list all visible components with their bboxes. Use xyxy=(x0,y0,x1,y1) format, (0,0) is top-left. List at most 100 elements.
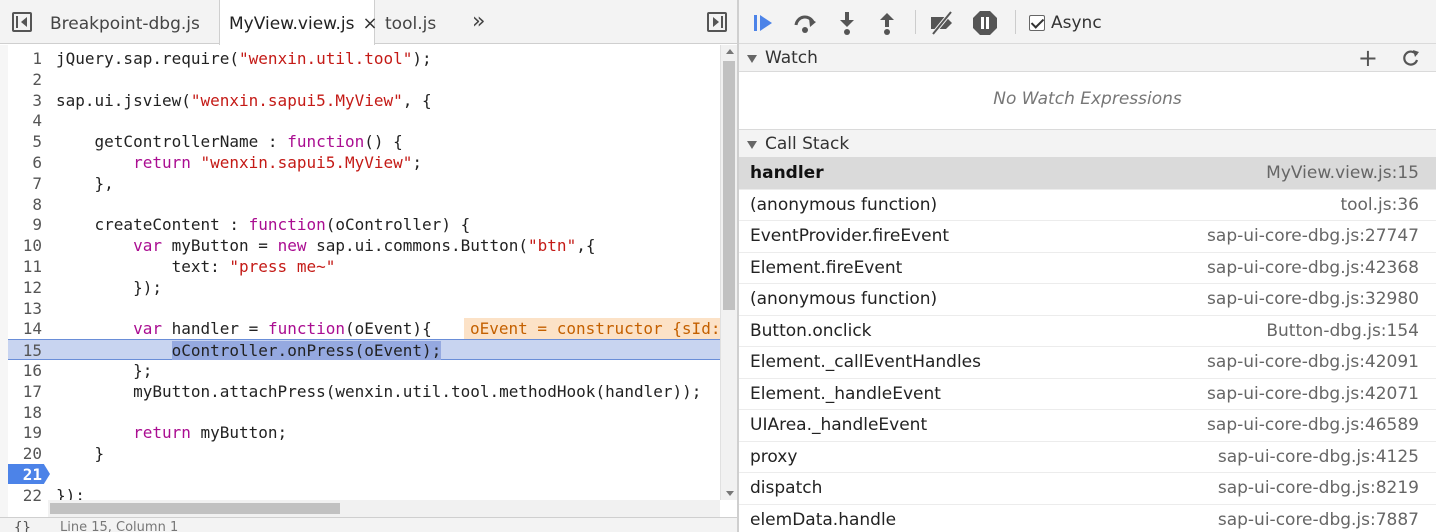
call-frame-location[interactable]: MyView.view.js:15 xyxy=(1266,158,1419,189)
line-number[interactable]: 11 xyxy=(8,256,42,277)
call-frame[interactable]: Element._callEventHandles sap-ui-core-dbg… xyxy=(739,347,1436,379)
call-frame[interactable]: EventProvider.fireEvent sap-ui-core-dbg.j… xyxy=(739,221,1436,253)
line-number[interactable]: 8 xyxy=(8,194,42,215)
call-frame-location[interactable]: sap-ui-core-dbg.js:46589 xyxy=(1207,410,1419,441)
code-token: "press me~" xyxy=(229,257,336,276)
code-line[interactable]: 11 text: "press me~" xyxy=(8,256,720,277)
call-frame[interactable]: elemData.handle sap-ui-core-dbg.js:7887 xyxy=(739,505,1436,532)
editor-tab-bar: Breakpoint-dbg.js MyView.view.js × tool.j… xyxy=(0,0,737,45)
call-frame-location[interactable]: sap-ui-core-dbg.js:32980 xyxy=(1207,284,1419,315)
step-out-icon[interactable] xyxy=(874,10,900,36)
code-line[interactable]: 15 oController.onPress(oEvent); xyxy=(8,339,720,361)
line-number[interactable]: 4 xyxy=(8,110,42,131)
line-number[interactable]: 2 xyxy=(8,69,42,90)
call-frame-location[interactable]: sap-ui-core-dbg.js:42071 xyxy=(1207,379,1419,410)
code-line[interactable]: 8 xyxy=(8,194,720,215)
pretty-print-button[interactable]: {} xyxy=(14,520,31,532)
line-number[interactable]: 22 xyxy=(8,485,42,503)
call-frame-location[interactable]: sap-ui-core-dbg.js:4125 xyxy=(1218,442,1419,473)
call-frame[interactable]: handler MyView.view.js:15 xyxy=(739,158,1436,190)
code-line[interactable]: 19 return myButton; xyxy=(8,422,720,443)
line-number[interactable]: 10 xyxy=(8,235,42,256)
call-frame-name: handler xyxy=(750,163,824,183)
step-over-icon[interactable] xyxy=(792,10,818,36)
line-number[interactable]: 13 xyxy=(8,298,42,319)
scroll-down-arrow-icon[interactable] xyxy=(726,491,734,496)
code-line[interactable]: 20 } xyxy=(8,443,720,464)
refresh-icon[interactable] xyxy=(1402,49,1420,67)
horizontal-scroll-thumb[interactable] xyxy=(50,503,340,514)
tab-tool[interactable]: tool.js xyxy=(385,0,436,44)
code-line[interactable]: 10 var myButton = new sap.ui.commons.But… xyxy=(8,235,720,256)
call-frame[interactable]: (anonymous function) sap-ui-core-dbg.js:3… xyxy=(739,284,1436,316)
code-line[interactable]: 14 var handler = function(oEvent){oEvent… xyxy=(8,318,720,340)
line-number[interactable]: 7 xyxy=(8,173,42,194)
code-line[interactable]: 1 jQuery.sap.require("wenxin.util.tool"); xyxy=(8,48,720,69)
watch-section-header[interactable]: Watch + xyxy=(739,43,1436,72)
code-line[interactable]: 6 return "wenxin.sapui5.MyView"; xyxy=(8,152,720,173)
call-frame[interactable]: UIArea._handleEvent sap-ui-core-dbg.js:46… xyxy=(739,410,1436,442)
deactivate-breakpoints-icon[interactable] xyxy=(929,10,955,36)
code-line[interactable]: 21 xyxy=(8,464,720,485)
call-frame-location[interactable]: sap-ui-core-dbg.js:8219 xyxy=(1218,473,1419,504)
line-number[interactable]: 15 xyxy=(8,340,42,361)
call-frame-location[interactable]: sap-ui-core-dbg.js:42368 xyxy=(1207,253,1419,284)
line-number[interactable]: 20 xyxy=(8,443,42,464)
line-source: oController.onPress(oEvent); xyxy=(56,340,442,361)
line-number[interactable]: 18 xyxy=(8,402,42,423)
code-line[interactable]: 5 getControllerName : function() { xyxy=(8,131,720,152)
async-checkbox[interactable] xyxy=(1029,15,1045,31)
debugger-toggle-icon[interactable] xyxy=(707,12,727,32)
call-frame-location[interactable]: sap-ui-core-dbg.js:7887 xyxy=(1218,505,1419,532)
more-tabs-button[interactable]: » xyxy=(472,0,485,44)
call-frame[interactable]: Element.fireEvent sap-ui-core-dbg.js:4236… xyxy=(739,253,1436,284)
resume-icon[interactable] xyxy=(751,10,777,36)
navigator-toggle-icon[interactable] xyxy=(12,12,32,32)
call-frame-location[interactable]: Button-dbg.js:154 xyxy=(1266,316,1419,347)
call-frame[interactable]: (anonymous function) tool.js:36 xyxy=(739,190,1436,221)
code-line[interactable]: 17 myButton.attachPress(wenxin.util.tool… xyxy=(8,381,720,402)
horizontal-scrollbar[interactable] xyxy=(48,500,720,517)
pause-on-exceptions-icon[interactable] xyxy=(972,10,998,36)
code-area[interactable]: 1 jQuery.sap.require("wenxin.util.tool");… xyxy=(8,48,720,503)
code-line[interactable]: 2 xyxy=(8,69,720,90)
code-token: jQuery.sap.require( xyxy=(56,49,240,68)
line-number[interactable]: 3 xyxy=(8,90,42,111)
code-line[interactable]: 18 xyxy=(8,402,720,423)
call-frame[interactable]: Button.onclick Button-dbg.js:154 xyxy=(739,316,1436,347)
line-number[interactable]: 9 xyxy=(8,214,42,235)
call-stack-section-header[interactable]: Call Stack xyxy=(739,129,1436,158)
line-number[interactable]: 19 xyxy=(8,422,42,443)
close-tab-icon[interactable]: × xyxy=(362,13,377,34)
call-frame[interactable]: proxy sap-ui-core-dbg.js:4125 xyxy=(739,442,1436,473)
call-frame-location[interactable]: sap-ui-core-dbg.js:42091 xyxy=(1207,347,1419,378)
call-frame-location[interactable]: sap-ui-core-dbg.js:27747 xyxy=(1207,221,1419,252)
async-toggle[interactable]: Async xyxy=(1029,12,1102,34)
line-number[interactable]: 12 xyxy=(8,277,42,298)
code-line[interactable]: 16 }; xyxy=(8,360,720,381)
code-line[interactable]: 9 createContent : function(oController) … xyxy=(8,214,720,235)
call-frame[interactable]: Element._handleEvent sap-ui-core-dbg.js:4… xyxy=(739,379,1436,410)
vertical-scroll-thumb[interactable] xyxy=(723,61,735,310)
call-frame-location[interactable]: tool.js:36 xyxy=(1340,190,1419,221)
tab-myview[interactable]: MyView.view.js × xyxy=(219,0,378,45)
line-number[interactable]: 16 xyxy=(8,360,42,381)
call-frame-name: dispatch xyxy=(750,478,823,498)
code-line[interactable]: 4 xyxy=(8,110,720,131)
code-line[interactable]: 3 sap.ui.jsview("wenxin.sapui5.MyView", { xyxy=(8,90,720,111)
line-number[interactable]: 21 xyxy=(8,464,42,485)
line-number[interactable]: 14 xyxy=(8,318,42,339)
scroll-up-arrow-icon[interactable] xyxy=(726,49,734,54)
tab-breakpoint-dbg[interactable]: Breakpoint-dbg.js xyxy=(50,0,200,44)
step-into-icon[interactable] xyxy=(834,10,860,36)
code-line[interactable]: 12 }); xyxy=(8,277,720,298)
call-frame[interactable]: dispatch sap-ui-core-dbg.js:8219 xyxy=(739,473,1436,505)
line-number[interactable]: 1 xyxy=(8,48,42,69)
add-watch-icon[interactable]: + xyxy=(1358,44,1378,72)
line-number[interactable]: 6 xyxy=(8,152,42,173)
code-line[interactable]: 7 }, xyxy=(8,173,720,194)
code-line[interactable]: 13 xyxy=(8,298,720,319)
vertical-scrollbar[interactable] xyxy=(720,45,737,500)
line-number[interactable]: 5 xyxy=(8,131,42,152)
line-number[interactable]: 17 xyxy=(8,381,42,402)
